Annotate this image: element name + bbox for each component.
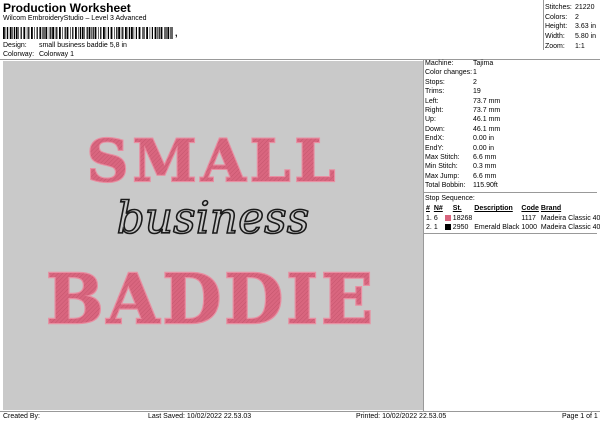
stat-stitches: Stitches: 21220 (545, 4, 595, 11)
design-word-small: SMALL (87, 127, 340, 195)
info-row: Total Bobbin: 115.90ft (425, 181, 597, 190)
col-code: Code (521, 205, 539, 213)
info-row: Down: 46.1 mm (425, 125, 597, 134)
info-label: EndY: (425, 144, 444, 152)
info-value: 0.00 in (473, 135, 495, 143)
info-row: Max Stitch: 6.6 mm (425, 153, 597, 162)
info-label: Right: (425, 107, 444, 115)
color-swatch (444, 214, 451, 221)
page-number: Page 1 of 1 (562, 413, 598, 420)
design-label: Design: (3, 42, 27, 49)
printed-date: Printed: 10/02/2022 22.53.05 (356, 413, 447, 420)
info-value: 2 (473, 78, 477, 86)
info-row: Max Jump: 6.6 mm (425, 172, 597, 181)
info-row: EndX: 0.00 in (425, 134, 597, 143)
info-label: Max Jump: (425, 172, 460, 180)
stat-height: Height: 3.63 in (545, 23, 597, 31)
stop-sequence-table: # N# St. Description Code Brand 1. 6 182… (425, 204, 600, 232)
info-value: 6.6 mm (473, 154, 497, 162)
design-row: Design: small business baddie 5,8 in (3, 42, 127, 49)
stat-zoom: Zoom: 1:1 (545, 42, 585, 50)
info-row: Min Stitch: 0.3 mm (425, 162, 597, 171)
stat-width: Width: 5.80 in (545, 33, 597, 41)
info-row: EndY: 0.00 in (425, 144, 597, 153)
info-label: Stops: (425, 78, 445, 86)
info-row: Right: 73.7 mm (425, 106, 597, 115)
software-name: Wilcom EmbroideryStudio – Level 3 Advanc… (3, 15, 147, 22)
design-word-business: business (117, 193, 310, 244)
info-label: Left: (425, 97, 439, 105)
info-value: 73.7 mm (473, 97, 501, 105)
col-brand: Brand (540, 205, 562, 213)
info-row: Stops: 2 (425, 78, 597, 87)
info-value: 73.7 mm (473, 107, 501, 115)
info-value: Tajima (473, 60, 494, 67)
info-value: 6.6 mm (473, 172, 497, 180)
info-label: Max Stitch: (425, 154, 460, 162)
info-label: Trims: (425, 88, 445, 96)
info-row: Color changes:1 (425, 68, 597, 77)
design-value: small business baddie 5,8 in (38, 42, 127, 49)
info-label: Down: (425, 125, 445, 133)
stop-sequence-title: Stop Sequence: (425, 194, 475, 202)
col-hash: # (426, 205, 430, 213)
worksheet-title: Production Worksheet (3, 1, 131, 15)
col-description: Description (474, 205, 513, 213)
color-swatch (444, 224, 451, 231)
info-value: 115.90ft (473, 182, 498, 190)
colorway-row: Colorway: Colorway 1 (3, 51, 74, 58)
info-label: EndX: (425, 135, 445, 143)
info-label: Total Bobbin: (425, 182, 466, 190)
info-value: 46.1 mm (473, 125, 501, 133)
col-st: St. (452, 205, 462, 213)
embroidery-design: SMALL business BADDIE (45, 126, 376, 341)
info-label: Up: (425, 116, 436, 124)
table-row: 1. 6 18268 1117 Madeira Classic 40 (426, 214, 600, 222)
info-row: Left: 73.7 mm (425, 97, 597, 106)
info-value: 19 (473, 88, 481, 96)
info-row: Machine: Tajima (425, 59, 597, 68)
stats-panel: Stitches: 21220 Colors: 2 Height: 3.63 in W… (545, 3, 596, 52)
barcode-mark: , (175, 28, 178, 38)
col-swatch (444, 204, 452, 213)
design-word-baddie: BADDIE (46, 260, 376, 340)
info-value: 0.00 in (473, 144, 495, 152)
barcode (3, 27, 173, 39)
design-preview: SMALL business BADDIE (3, 61, 423, 410)
table-row: 2. 1 2950 Emerald Black 1000 Madeira Cla… (426, 223, 600, 231)
info-row: Up: 46.1 mm (425, 115, 597, 124)
created-by: Created By: (3, 413, 40, 420)
machine-info-panel: Machine: Tajima Color changes:1 Stops: 2 Trim… (423, 59, 600, 235)
info-value: 0.3 mm (473, 163, 497, 171)
info-row: Trims: 19 (425, 87, 597, 96)
info-label: Machine: (425, 60, 454, 67)
last-saved: Last Saved: 10/02/2022 22.53.03 (148, 413, 252, 420)
colorway-value: Colorway 1 (38, 51, 74, 58)
info-label: Color changes: (425, 69, 473, 77)
info-value: 46.1 mm (473, 116, 501, 124)
col-n: N# (433, 205, 443, 213)
colorway-label: Colorway: (3, 51, 35, 58)
info-value: 1 (473, 69, 477, 77)
info-label: Min Stitch: (425, 163, 458, 171)
stat-colors: Colors: 2 (545, 13, 579, 21)
